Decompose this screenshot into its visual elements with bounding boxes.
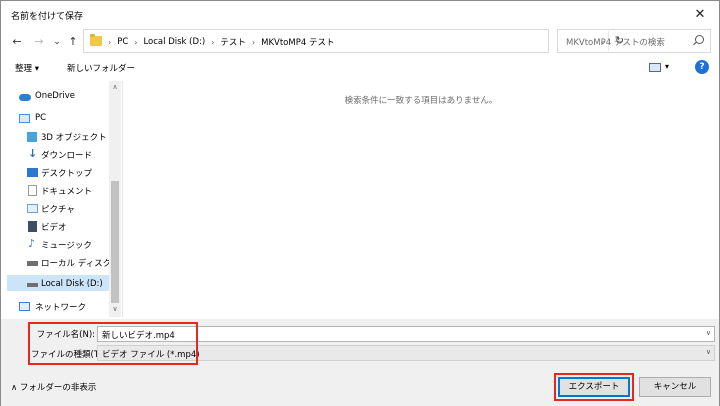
close-icon[interactable]: ✕ <box>689 5 711 25</box>
sidebar-item-downloads[interactable]: ↓ ダウンロード <box>7 147 115 163</box>
sidebar-item-network[interactable]: ネットワーク <box>7 299 115 315</box>
sidebar-item-videos[interactable]: ビデオ <box>7 219 115 235</box>
sidebar-item-label: Local Disk (D:) <box>41 279 103 289</box>
file-name-label: ファイル名(N): <box>36 330 95 340</box>
sidebar-item-label: ネットワーク <box>35 303 87 313</box>
search-placeholder: MKVtoMP4 テストの検索 <box>566 38 665 48</box>
save-as-dialog: 名前を付けて保存 ✕ ← → ⌄ ↑ › PC › Local Disk (D:… <box>0 0 720 406</box>
sidebar-item-label: ダウンロード <box>41 151 93 161</box>
scroll-up-icon[interactable]: ∧ <box>109 83 121 91</box>
scrollbar-thumb[interactable] <box>111 181 119 303</box>
file-type-value: ビデオ ファイル (*.mp4) <box>102 350 200 360</box>
up-arrow-icon[interactable]: ↑ <box>65 33 81 51</box>
drive-icon <box>27 261 38 266</box>
empty-message: 検索条件に一致する項目はありません。 <box>344 96 498 106</box>
title-bar: 名前を付けて保存 ✕ <box>1 1 719 29</box>
scroll-down-icon[interactable]: ∨ <box>109 305 121 313</box>
sidebar-item-label: ビデオ <box>41 223 67 233</box>
sidebar-item-label: ミュージック <box>41 241 92 251</box>
file-list-area[interactable]: 検索条件に一致する項目はありません。 <box>123 81 719 317</box>
sidebar-item-label: デスクトップ <box>41 169 93 179</box>
command-toolbar: 整理 ▾ 新しいフォルダー ▾ ? <box>1 57 719 79</box>
file-type-label: ファイルの種類(T): <box>31 350 106 360</box>
breadcrumb-local-disk[interactable]: Local Disk (D:) <box>143 37 205 47</box>
organize-button[interactable]: 整理 ▾ <box>15 62 39 74</box>
sidebar-item-documents[interactable]: ドキュメント <box>7 183 115 199</box>
breadcrumb-separator[interactable]: › <box>211 38 214 47</box>
breadcrumb-pc[interactable]: PC <box>117 37 128 47</box>
breadcrumb: › PC › Local Disk (D:) › テスト › MKVtoMP4 … <box>108 36 334 48</box>
computer-icon <box>19 114 30 123</box>
sidebar-item-label: ドキュメント <box>41 187 93 197</box>
help-icon[interactable]: ? <box>695 60 709 74</box>
chevron-down-icon[interactable]: ▾ <box>665 62 669 71</box>
recent-locations-icon[interactable]: ⌄ <box>49 33 65 51</box>
back-arrow-icon[interactable]: ← <box>9 33 25 51</box>
forward-arrow-icon[interactable]: → <box>31 33 47 51</box>
chevron-down-icon[interactable]: ∨ <box>706 329 711 337</box>
sidebar-item-onedrive[interactable]: OneDrive <box>7 89 115 105</box>
sidebar-item-label: ピクチャ <box>41 205 75 215</box>
desktop-icon <box>27 168 38 177</box>
document-icon <box>28 185 37 196</box>
breadcrumb-test[interactable]: テスト <box>220 36 246 48</box>
sidebar-item-music[interactable]: ♪ ミュージック <box>7 237 115 253</box>
search-input[interactable]: MKVtoMP4 テストの検索 <box>557 29 711 53</box>
hide-folders-toggle[interactable]: ∧ フォルダーの非表示 <box>11 381 96 393</box>
export-button[interactable]: エクスポート <box>558 377 630 397</box>
new-folder-button[interactable]: 新しいフォルダー <box>67 62 135 74</box>
breadcrumb-current-folder[interactable]: MKVtoMP4 テスト <box>261 36 334 48</box>
sidebar-item-desktop[interactable]: デスクトップ <box>7 165 115 181</box>
sidebar-item-label: PC <box>35 113 47 123</box>
sidebar-item-local-disk-c[interactable]: ローカル ディスク (C <box>7 255 121 271</box>
music-icon: ♪ <box>28 237 36 250</box>
chevron-down-icon[interactable]: ∨ <box>706 348 711 356</box>
download-icon: ↓ <box>28 147 38 160</box>
sidebar-item-label: OneDrive <box>35 91 75 101</box>
network-icon <box>19 302 30 311</box>
search-icon <box>695 35 704 44</box>
file-type-select[interactable]: ビデオ ファイル (*.mp4) ∨ <box>97 345 715 361</box>
cube-icon <box>27 132 37 142</box>
cloud-icon <box>19 94 31 101</box>
sidebar-item-pc[interactable]: PC <box>7 111 115 127</box>
dialog-title: 名前を付けて保存 <box>11 12 84 22</box>
cancel-button[interactable]: キャンセル <box>639 377 711 397</box>
breadcrumb-separator: › <box>108 37 112 47</box>
file-name-field[interactable]: 新しいビデオ.mp4 ∨ <box>97 326 715 342</box>
address-row: ← → ⌄ ↑ › PC › Local Disk (D:) › テスト › M… <box>1 29 719 55</box>
drive-icon <box>27 283 38 287</box>
view-options-icon[interactable] <box>649 63 661 72</box>
pictures-icon <box>27 204 38 213</box>
file-name-value: 新しいビデオ.mp4 <box>102 331 175 341</box>
video-icon <box>28 221 37 232</box>
sidebar-item-pictures[interactable]: ピクチャ <box>7 201 115 217</box>
navigation-scrollbar[interactable]: ∧ ∨ <box>109 81 121 317</box>
sidebar-item-label: 3D オブジェクト <box>41 133 107 143</box>
sidebar-item-3d-objects[interactable]: 3D オブジェクト <box>7 129 115 145</box>
navigation-pane: OneDrive PC 3D オブジェクト ↓ ダウンロード デスクトップ ドキ… <box>7 81 121 317</box>
breadcrumb-separator[interactable]: › <box>252 38 255 47</box>
folder-icon <box>90 34 102 46</box>
sidebar-item-local-disk-d[interactable]: Local Disk (D:) <box>7 275 115 291</box>
breadcrumb-separator[interactable]: › <box>134 38 137 47</box>
address-bar[interactable]: › PC › Local Disk (D:) › テスト › MKVtoMP4 … <box>83 29 624 53</box>
